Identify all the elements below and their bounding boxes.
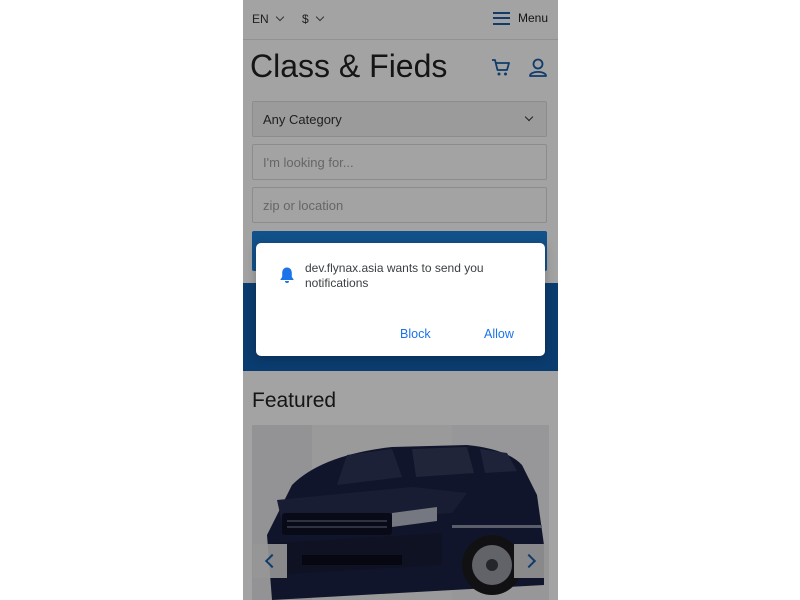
notification-permission-dialog: dev.flynax.asia wants to send you notifi… — [256, 243, 545, 356]
allow-button[interactable]: Allow — [484, 327, 514, 341]
bell-icon — [280, 267, 294, 283]
block-button[interactable]: Block — [400, 327, 431, 341]
notification-message: dev.flynax.asia wants to send you notifi… — [305, 261, 484, 290]
